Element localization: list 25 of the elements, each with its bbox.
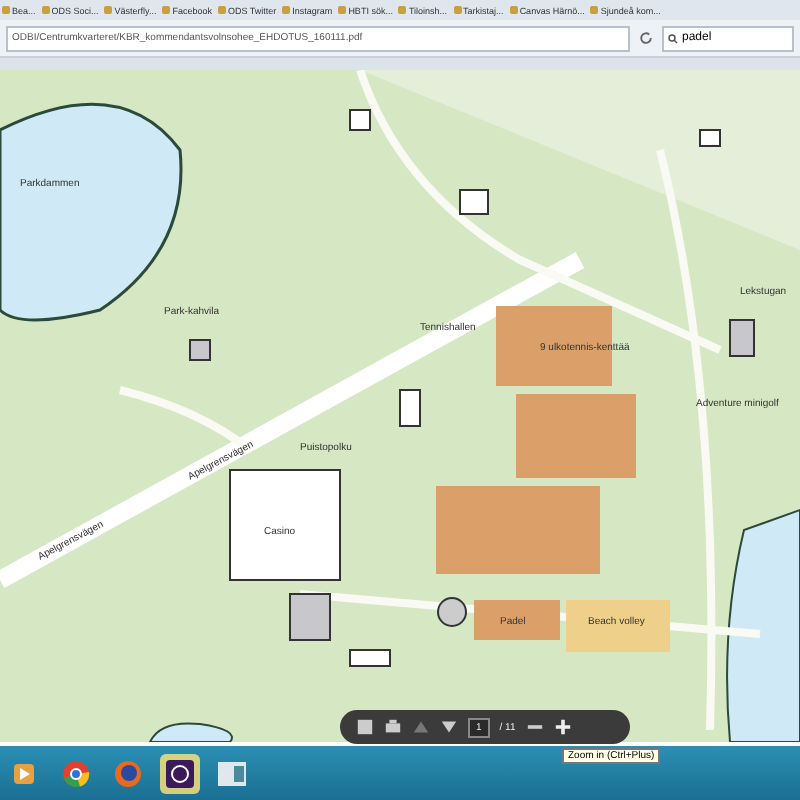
- page-up-icon[interactable]: [412, 718, 430, 736]
- round-structure: [437, 597, 467, 627]
- beach-volley-court: [566, 600, 670, 652]
- building: [189, 339, 211, 361]
- padel-court: [474, 600, 560, 640]
- save-icon[interactable]: [356, 718, 374, 736]
- window-icon[interactable]: [218, 761, 246, 785]
- building: [459, 189, 489, 215]
- building: [349, 109, 371, 131]
- reload-icon[interactable]: [638, 30, 654, 46]
- tennis-court: [516, 394, 636, 478]
- print-icon[interactable]: [384, 718, 402, 736]
- pond: [149, 722, 233, 742]
- page-down-icon[interactable]: [440, 718, 458, 736]
- app-icon[interactable]: [166, 759, 194, 787]
- building: [699, 129, 721, 147]
- building: [289, 593, 331, 641]
- zoom-in-icon[interactable]: [553, 718, 572, 736]
- building: [729, 319, 755, 357]
- media-player-icon[interactable]: [14, 763, 34, 783]
- chrome-browser-icon[interactable]: [62, 759, 90, 787]
- search-icon: [668, 33, 678, 43]
- building: [349, 649, 391, 667]
- firefox-browser-icon[interactable]: [114, 759, 142, 787]
- building: [399, 389, 421, 427]
